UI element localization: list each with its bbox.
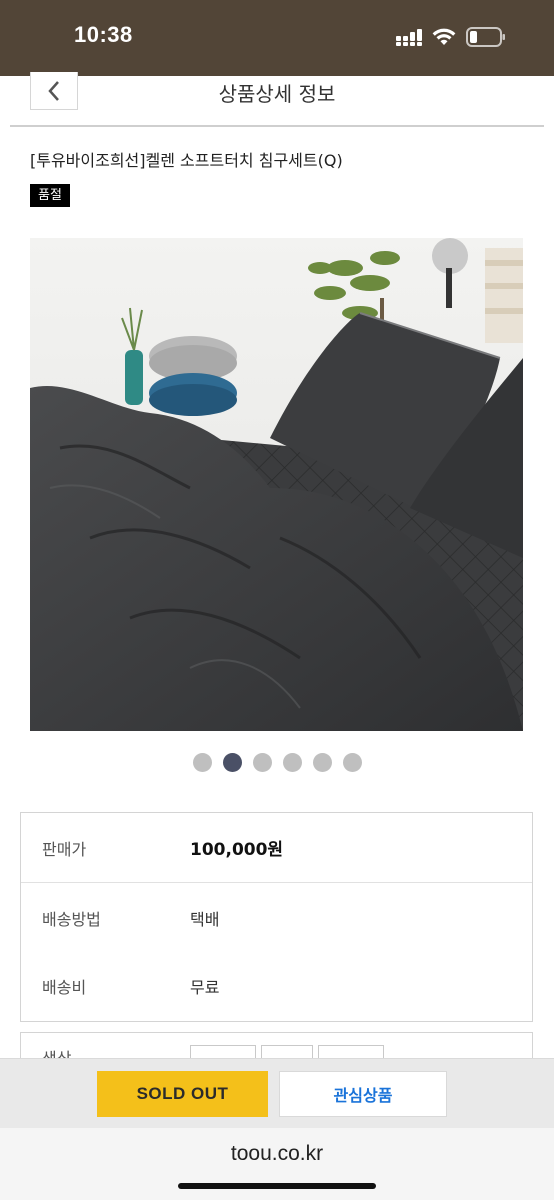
carousel-dot-2[interactable] — [222, 753, 242, 772]
price-row: 판매가 100,000원 — [21, 813, 532, 881]
status-bar: 10:38 — [0, 0, 554, 76]
home-indicator[interactable] — [178, 1183, 376, 1189]
browser-url-bar[interactable]: toou.co.kr — [0, 1128, 554, 1200]
wishlist-button[interactable]: 관심상품 — [279, 1071, 447, 1117]
carousel-dot-5[interactable] — [312, 753, 332, 772]
bottom-action-bar: SOLD OUT 관심상품 — [0, 1058, 554, 1128]
wifi-icon — [432, 28, 456, 45]
product-title: [투유바이조희선]켈렌 소프트터치 침구세트(Q) — [30, 151, 343, 170]
header-divider — [10, 125, 544, 127]
shipping-fee-row: 배송비 무료 — [21, 951, 532, 1019]
page-title: 상품상세 정보 — [218, 82, 336, 106]
page-header: 상품상세 정보 — [0, 72, 554, 126]
signal-icon — [396, 29, 422, 46]
soldout-badge: 품절 — [30, 184, 70, 207]
carousel-dot-6[interactable] — [342, 753, 362, 772]
shipping-fee-value: 무료 — [190, 978, 220, 997]
shipping-fee-label: 배송비 — [42, 978, 87, 997]
soldout-button[interactable]: SOLD OUT — [97, 1071, 268, 1117]
status-icons — [396, 26, 506, 48]
carousel-dots — [0, 753, 554, 772]
shipping-method-label: 배송방법 — [42, 910, 101, 929]
price-label: 판매가 — [42, 840, 87, 859]
product-info-table: 판매가 100,000원 배송방법 택배 배송비 무료 — [20, 812, 533, 1022]
shipping-method-value: 택배 — [190, 910, 220, 929]
carousel-dot-3[interactable] — [252, 753, 272, 772]
bedding-photo — [30, 238, 523, 731]
shipping-method-row: 배송방법 택배 — [21, 883, 532, 951]
product-image[interactable] — [30, 238, 523, 731]
carousel-dot-4[interactable] — [282, 753, 302, 772]
status-time: 10:38 — [74, 22, 133, 47]
carousel-dot-1[interactable] — [192, 753, 212, 772]
url-text: toou.co.kr — [230, 1142, 324, 1165]
price-value: 100,000원 — [190, 840, 284, 860]
battery-icon — [466, 27, 505, 47]
